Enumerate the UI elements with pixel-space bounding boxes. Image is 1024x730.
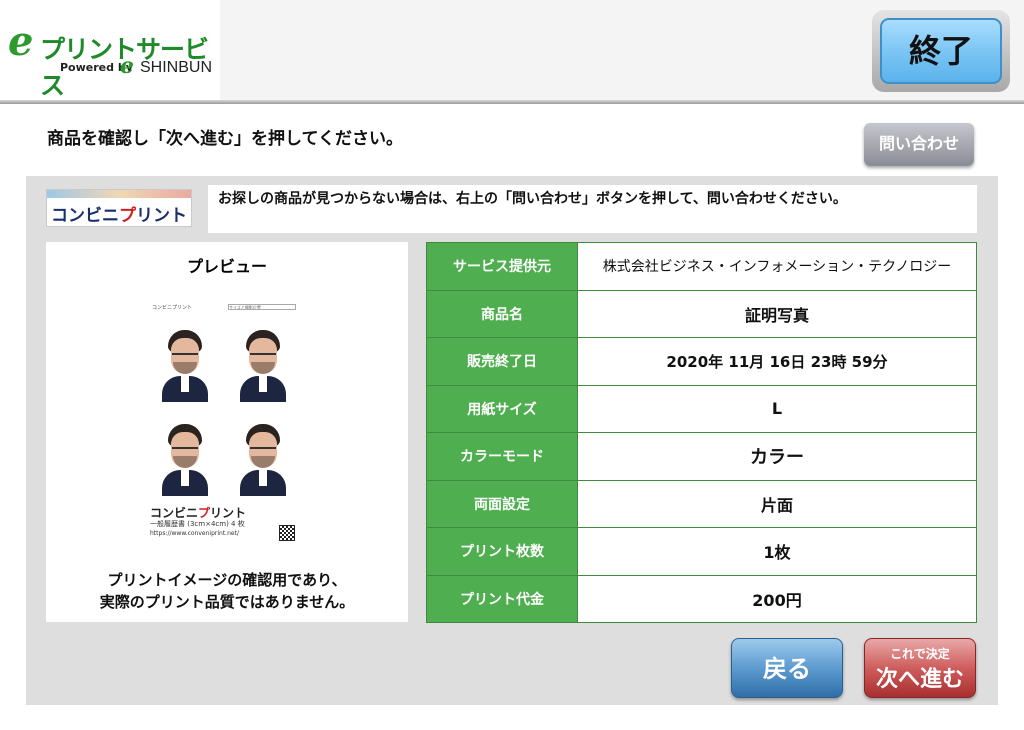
sheet-header-left: コンビニプリント bbox=[152, 305, 193, 311]
contact-button[interactable]: 問い合わせ bbox=[864, 123, 974, 166]
preview-note: プリントイメージの確認用であり、 実際のプリント品質ではありません。 bbox=[46, 569, 408, 613]
detail-value: L bbox=[577, 384, 977, 433]
header: e プリントサービス Powered by e SHINBUN bbox=[0, 0, 1024, 104]
detail-value: 1枚 bbox=[577, 527, 977, 576]
sheet-header-right: サイズと撮影位置 bbox=[228, 304, 296, 310]
id-photo bbox=[232, 314, 294, 402]
detail-key: 両面設定 bbox=[426, 479, 578, 528]
conveni-print-logo-text: コンビニプリント bbox=[51, 206, 187, 226]
next-button-label: 次へ進む bbox=[875, 667, 964, 692]
detail-row-duplex: 両面設定 片面 bbox=[426, 479, 977, 528]
product-details-table: サービス提供元 株式会社ビジネス・インフォメーション・テクノロジー 商品名 証明… bbox=[426, 242, 977, 623]
detail-key: 販売終了日 bbox=[426, 337, 578, 386]
detail-key: 用紙サイズ bbox=[426, 384, 578, 433]
next-button-sublabel: これで決定 bbox=[890, 647, 950, 661]
detail-key: 商品名 bbox=[426, 289, 578, 338]
eprint-service-logo: e プリントサービス Powered by e SHINBUN bbox=[0, 0, 220, 104]
preview-title: プレビュー bbox=[186, 257, 267, 276]
detail-value: カラー bbox=[577, 432, 977, 481]
next-button[interactable]: これで決定 次へ進む bbox=[864, 638, 976, 698]
detail-key: カラーモード bbox=[426, 432, 578, 481]
detail-row-provider: サービス提供元 株式会社ビジネス・インフォメーション・テクノロジー bbox=[426, 242, 977, 291]
notice-text: お探しの商品が見つからない場合は、右上の「問い合わせ」ボタンを押して、問い合わせ… bbox=[208, 185, 977, 233]
logo-shinbun: SHINBUN bbox=[140, 59, 213, 76]
preview-sheet-image: コンビニプリント サイズと撮影位置 コンビニプリント 一般履歴書 (3cm×4c… bbox=[148, 300, 300, 545]
logo-band bbox=[47, 190, 191, 198]
id-photo bbox=[232, 408, 294, 496]
detail-key: プリント代金 bbox=[426, 574, 578, 623]
preview-note-line2: 実際のプリント品質ではありません。 bbox=[99, 593, 355, 611]
preview-note-line1: プリントイメージの確認用であり、 bbox=[107, 571, 347, 589]
header-divider bbox=[0, 100, 1024, 104]
detail-value: 証明写真 bbox=[577, 289, 977, 338]
detail-value: 片面 bbox=[577, 479, 977, 528]
logo-e-mark: e bbox=[8, 18, 34, 65]
detail-row-sale-end: 販売終了日 2020年 11月 16日 23時 59分 bbox=[426, 337, 977, 386]
back-button[interactable]: 戻る bbox=[731, 638, 843, 698]
conveni-print-logo: コンビニプリント bbox=[46, 189, 192, 227]
id-photo bbox=[154, 314, 216, 402]
detail-key: サービス提供元 bbox=[426, 242, 578, 291]
detail-value: 2020年 11月 16日 23時 59分 bbox=[577, 337, 977, 386]
detail-row-print-count: プリント枚数 1枚 bbox=[426, 527, 977, 576]
detail-row-paper-size: 用紙サイズ L bbox=[426, 384, 977, 433]
detail-row-price: プリント代金 200円 bbox=[426, 574, 977, 623]
end-button[interactable]: 終了 bbox=[880, 18, 1002, 84]
instruction-text: 商品を確認し「次へ進む」を押してください。 bbox=[47, 129, 403, 149]
detail-row-color-mode: カラーモード カラー bbox=[426, 432, 977, 481]
sheet-spec: 一般履歴書 (3cm×4cm) 4 枚 bbox=[150, 520, 245, 528]
detail-key: プリント枚数 bbox=[426, 527, 578, 576]
detail-row-product-name: 商品名 証明写真 bbox=[426, 289, 977, 338]
sheet-url: https://www.conveniprint.net/ bbox=[150, 530, 239, 537]
detail-value: 200円 bbox=[577, 574, 977, 623]
logo-e-shinbun-mark: e bbox=[120, 53, 134, 79]
detail-value: 株式会社ビジネス・インフォメーション・テクノロジー bbox=[577, 242, 977, 291]
id-photo bbox=[154, 408, 216, 496]
qr-code-icon bbox=[279, 525, 295, 541]
